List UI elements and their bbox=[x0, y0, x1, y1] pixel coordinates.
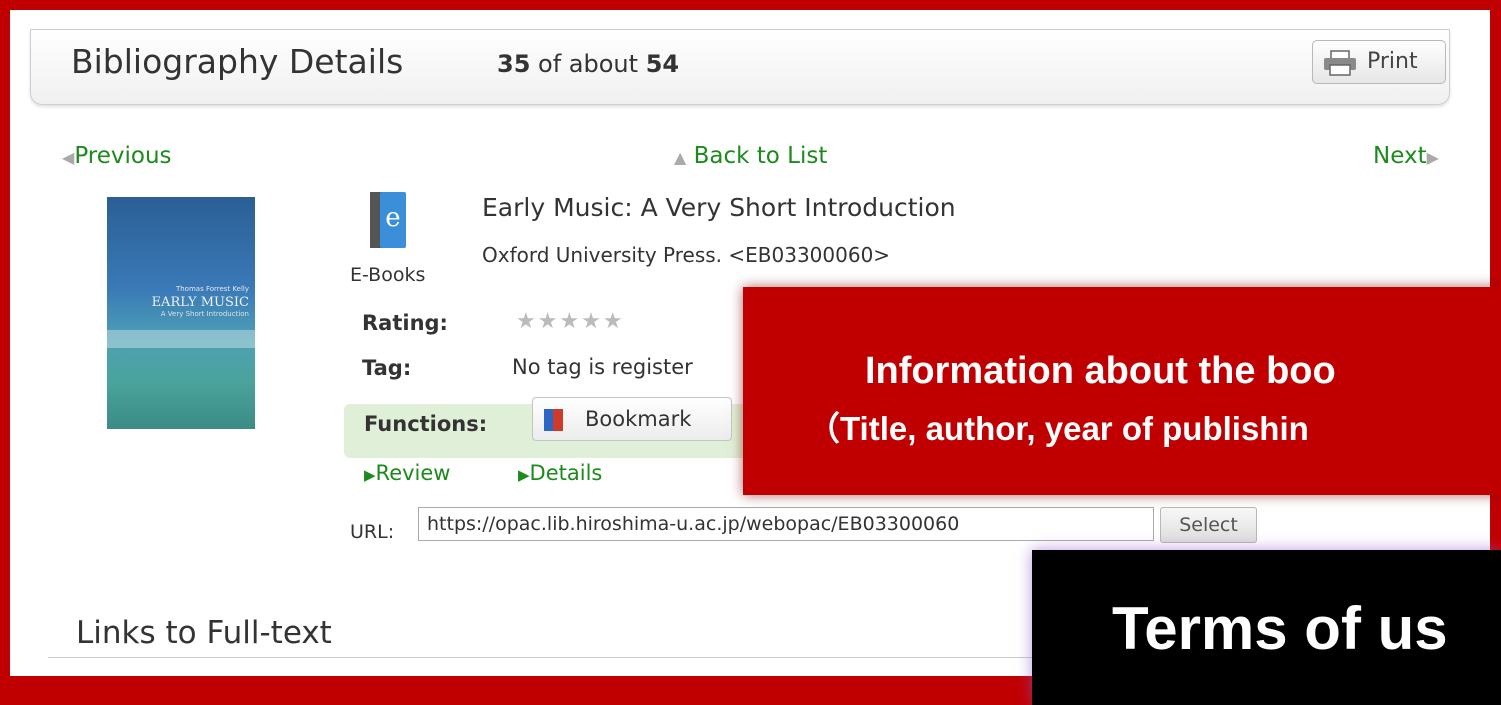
review-label: Review bbox=[375, 461, 451, 485]
bookmark-button[interactable]: Bookmark bbox=[532, 397, 732, 441]
bookmark-label: Bookmark bbox=[585, 407, 692, 431]
triangle-right-icon: ▶ bbox=[1426, 148, 1439, 167]
functions-label: Functions: bbox=[364, 412, 488, 436]
next-link[interactable]: Next▶ bbox=[1373, 143, 1439, 169]
tag-value: No tag is register bbox=[512, 355, 693, 379]
next-label: Next bbox=[1373, 143, 1427, 169]
count-of: of about bbox=[538, 50, 639, 78]
arrow-right-icon: ▶ bbox=[364, 466, 376, 484]
links-to-full-text-heading: Links to Full-text bbox=[76, 615, 332, 651]
back-to-list-link[interactable]: ▲ Back to List bbox=[674, 143, 827, 169]
book-title: Early Music: A Very Short Introduction bbox=[482, 193, 956, 222]
page-title: Bibliography Details bbox=[71, 42, 404, 81]
review-link[interactable]: ▶Review bbox=[364, 461, 450, 485]
previous-label: Previous bbox=[74, 143, 172, 169]
count-current: 35 bbox=[497, 50, 531, 78]
book-info-callout: Information about the boo （Title, author… bbox=[743, 287, 1501, 495]
url-label: URL: bbox=[350, 521, 395, 543]
printer-icon bbox=[1323, 50, 1357, 82]
bookmark-icon bbox=[543, 408, 565, 432]
print-label: Print bbox=[1367, 49, 1418, 74]
details-link[interactable]: ▶Details bbox=[518, 461, 602, 485]
details-label: Details bbox=[529, 461, 603, 485]
result-count: 35 of about 54 bbox=[497, 50, 679, 78]
url-field[interactable] bbox=[418, 507, 1154, 541]
terms-of-use-callout: Terms of us bbox=[1032, 550, 1501, 705]
e-book-icon: e bbox=[368, 190, 408, 250]
material-type-label: E-Books bbox=[350, 264, 426, 286]
count-total: 54 bbox=[645, 50, 680, 78]
rating-stars[interactable]: ★★★★★ bbox=[516, 309, 625, 334]
tag-label: Tag: bbox=[362, 356, 412, 380]
print-button[interactable]: Print bbox=[1312, 40, 1446, 84]
rating-label: Rating: bbox=[362, 311, 448, 335]
cover-author: Thomas Forrest Kelly bbox=[175, 285, 249, 293]
page-header: Bibliography Details 35 of about 54 Prin… bbox=[30, 29, 1450, 105]
cover-wave bbox=[107, 330, 255, 348]
arrow-right-icon: ▶ bbox=[518, 466, 530, 484]
book-cover-image[interactable]: Thomas Forrest Kelly EARLY MUSIC A Very … bbox=[107, 197, 255, 429]
svg-text:e: e bbox=[385, 203, 400, 233]
triangle-left-icon: ◀ bbox=[62, 148, 75, 167]
cover-title: EARLY MUSIC bbox=[151, 295, 249, 310]
book-publisher: Oxford University Press. <EB03300060> bbox=[482, 243, 891, 267]
back-to-list-label: Back to List bbox=[693, 143, 828, 169]
previous-link[interactable]: ◀Previous bbox=[62, 143, 172, 169]
terms-of-use-callout-text: Terms of us bbox=[1112, 595, 1448, 662]
cover-subtitle: A Very Short Introduction bbox=[160, 310, 249, 318]
triangle-up-icon: ▲ bbox=[674, 148, 687, 167]
book-info-callout-line2: （Title, author, year of publishin bbox=[807, 410, 1309, 447]
select-button[interactable]: Select bbox=[1160, 507, 1257, 543]
book-info-callout-line1: Information about the boo bbox=[865, 350, 1336, 392]
